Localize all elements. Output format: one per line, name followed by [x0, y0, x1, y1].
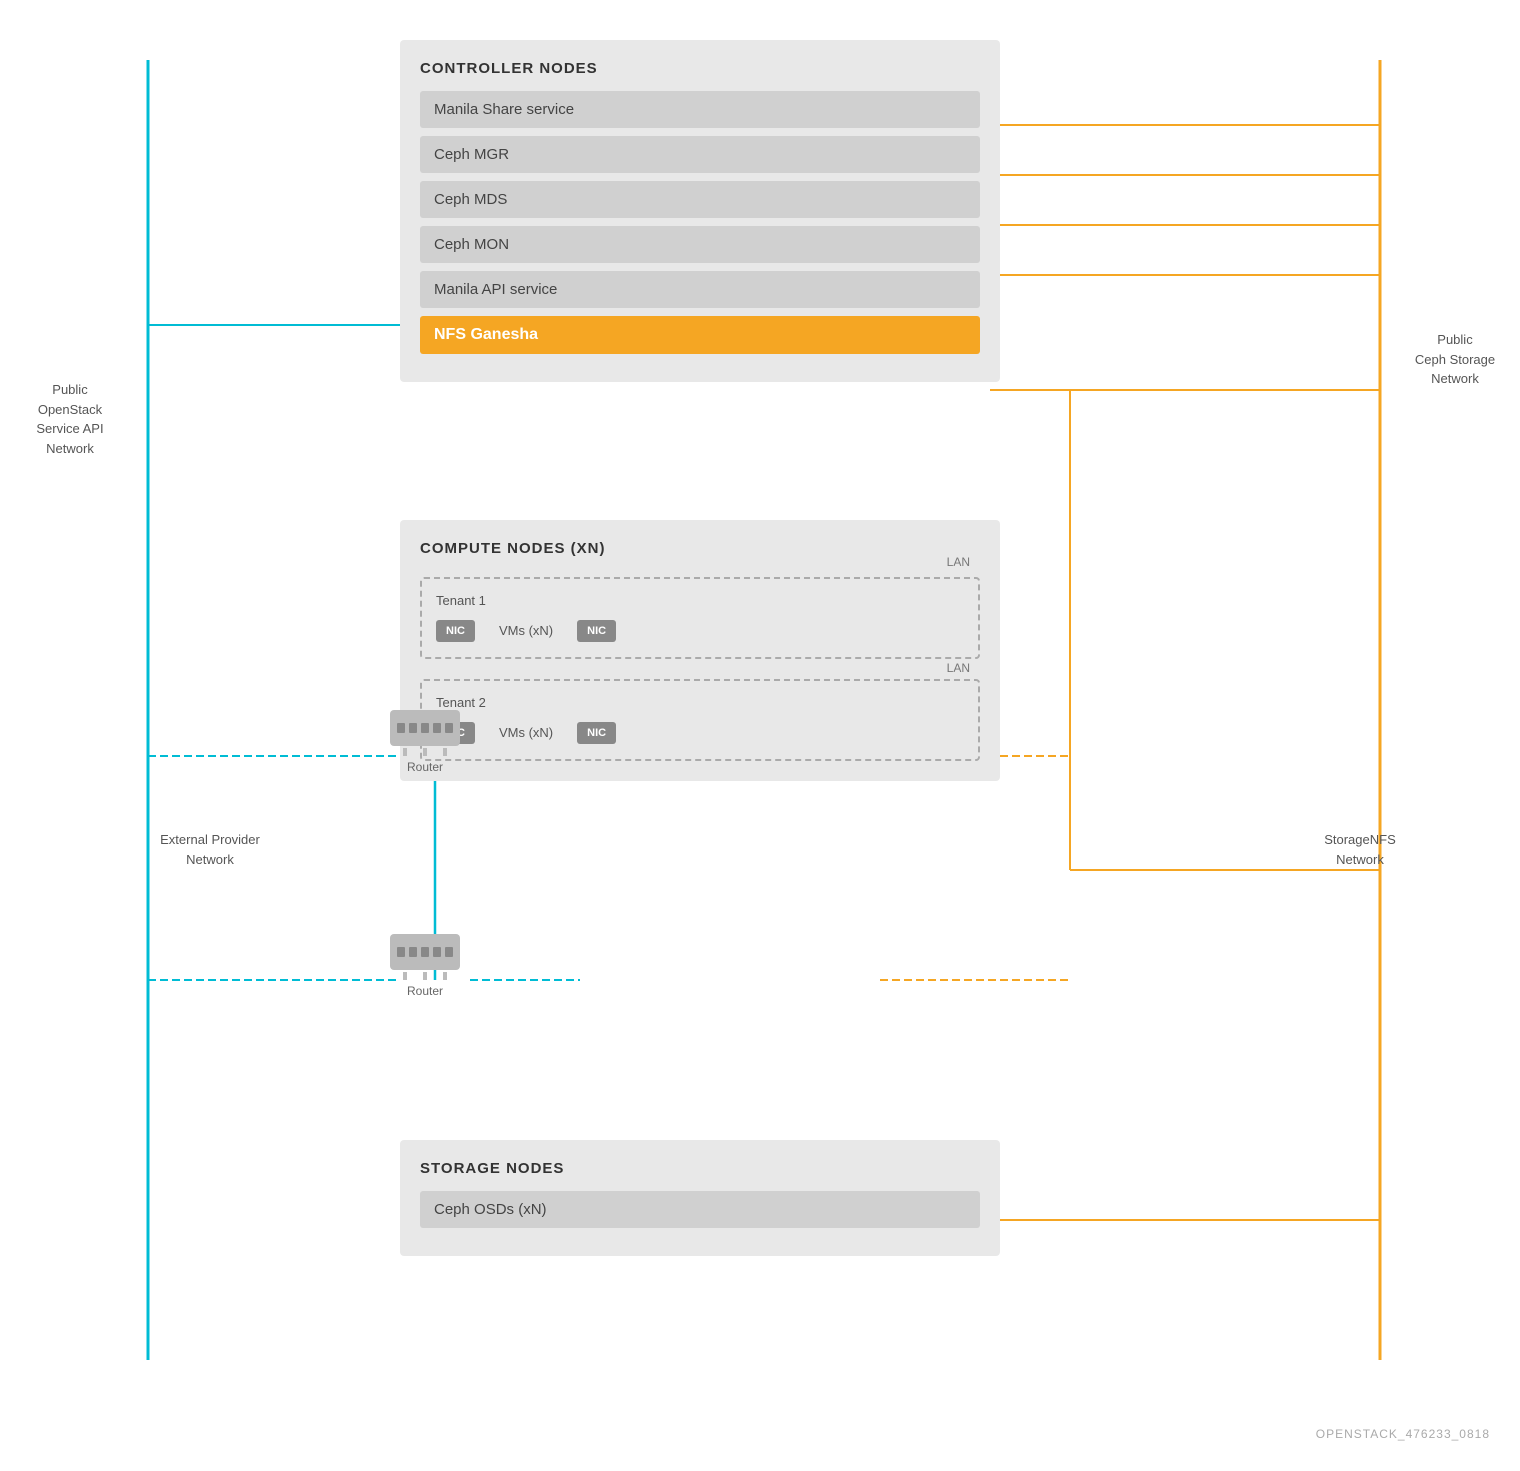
router-2-body — [390, 934, 460, 970]
watermark: OPENSTACK_476233_0818 — [1316, 1427, 1490, 1441]
service-manila-share: Manila Share service — [420, 91, 980, 128]
service-nfs-ganesha: NFS Ganesha — [420, 316, 980, 354]
storage-nfs-label: StorageNFS Network — [1310, 830, 1410, 869]
service-ceph-mgr: Ceph MGR — [420, 136, 980, 173]
controller-title: CONTROLLER NODES — [420, 60, 980, 77]
router-port — [421, 947, 429, 957]
lan-label-1: LAN — [947, 555, 970, 569]
tenant-1-nic-vm-row: NIC VMs (xN) NIC — [436, 618, 964, 643]
router-port — [409, 947, 417, 957]
router-port — [433, 947, 441, 957]
router-1-body — [390, 710, 460, 746]
router-foot — [443, 748, 447, 756]
router-port — [445, 723, 453, 733]
router-foot — [423, 748, 427, 756]
router-port — [445, 947, 453, 957]
router-port — [397, 723, 405, 733]
service-manila-api: Manila API service — [420, 271, 980, 308]
router-2-label: Router — [407, 984, 443, 998]
compute-nodes-box: COMPUTE NODES (xN) LAN Tenant 1 NIC VMs … — [400, 520, 1000, 781]
router-port — [421, 723, 429, 733]
router-foot — [403, 972, 407, 980]
router-foot — [403, 748, 407, 756]
router-1-feet — [403, 748, 447, 756]
tenant-2-nic-right: NIC — [577, 722, 616, 744]
tenant-1-vms: VMs (xN) — [483, 618, 569, 643]
controller-nodes-box: CONTROLLER NODES Manila Share service Ce… — [400, 40, 1000, 382]
tenant-1-label: Tenant 1 — [436, 593, 964, 608]
router-port — [433, 723, 441, 733]
compute-title: COMPUTE NODES (xN) — [420, 540, 980, 557]
lan-label-2: LAN — [947, 661, 970, 675]
router-2-feet — [403, 972, 447, 980]
left-network-label: Public OpenStack Service API Network — [20, 380, 120, 458]
external-provider-label: External Provider Network — [155, 830, 265, 869]
service-ceph-mds: Ceph MDS — [420, 181, 980, 218]
tenant-1-box: Tenant 1 NIC VMs (xN) NIC — [420, 577, 980, 659]
right-network-label: Public Ceph Storage Network — [1400, 330, 1510, 389]
diagram-container: Public OpenStack Service API Network Pub… — [0, 0, 1520, 1471]
router-port — [397, 947, 405, 957]
tenant-1-nic-left: NIC — [436, 620, 475, 642]
tenant-2-label: Tenant 2 — [436, 695, 964, 710]
tenant-2-box: Tenant 2 NIC VMs (xN) NIC — [420, 679, 980, 761]
router-2: Router — [390, 934, 460, 998]
tenant-2-nic-vm-row: NIC VMs (xN) NIC — [436, 720, 964, 745]
tenant-2-vms: VMs (xN) — [483, 720, 569, 745]
router-2-ports — [397, 947, 453, 957]
storage-title: STORAGE NODES — [420, 1160, 980, 1177]
service-ceph-osds: Ceph OSDs (xN) — [420, 1191, 980, 1228]
router-foot — [443, 972, 447, 980]
service-ceph-mon: Ceph MON — [420, 226, 980, 263]
router-1-ports — [397, 723, 453, 733]
router-1: Router — [390, 710, 460, 774]
router-1-label: Router — [407, 760, 443, 774]
storage-nodes-box: STORAGE NODES Ceph OSDs (xN) — [400, 1140, 1000, 1256]
router-port — [409, 723, 417, 733]
router-foot — [423, 972, 427, 980]
tenant-1-nic-right: NIC — [577, 620, 616, 642]
